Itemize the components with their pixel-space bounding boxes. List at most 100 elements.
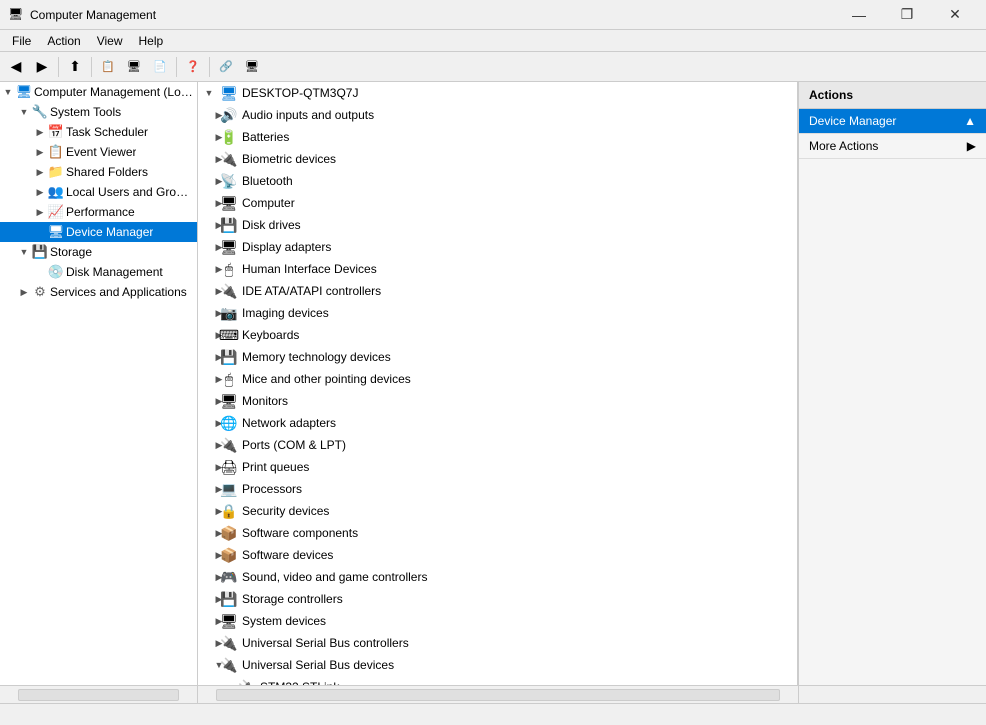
action-more-actions[interactable]: More Actions ▶	[799, 134, 986, 159]
keyboards-label: Keyboards	[242, 328, 299, 342]
event-viewer-expander: ▶	[32, 142, 48, 162]
usb-devices-expander: ▼	[198, 654, 220, 676]
device-root[interactable]: ▼ 🖥 DESKTOP-QTM3Q7J	[198, 82, 797, 104]
storage-expander: ▼	[16, 242, 32, 262]
device-network[interactable]: ▶ 🌐 Network adapters	[198, 412, 797, 434]
menu-help[interactable]: Help	[131, 32, 172, 50]
toolbar-help[interactable]: ❓	[181, 55, 205, 79]
tree-label-local-users: Local Users and Groups	[66, 185, 193, 199]
menu-file[interactable]: File	[4, 32, 39, 50]
device-monitors[interactable]: ▶ 🖥 Monitors	[198, 390, 797, 412]
computer-expander: ▶	[198, 192, 220, 214]
device-security[interactable]: ▶ 🔒 Security devices	[198, 500, 797, 522]
device-usb-devices[interactable]: ▼ 🔌 Universal Serial Bus devices	[198, 654, 797, 676]
restore-button[interactable]: ❐	[884, 0, 930, 30]
network-expander: ▶	[198, 412, 220, 434]
device-print-queues[interactable]: ▶ 🖨 Print queues	[198, 456, 797, 478]
tree-item-performance[interactable]: ▶ 📈 Performance	[0, 202, 197, 222]
window-controls: — ❐ ✕	[836, 0, 978, 30]
menu-view[interactable]: View	[89, 32, 131, 50]
toolbar-forward[interactable]: ▶	[30, 55, 54, 79]
action-more-actions-arrow: ▶	[967, 139, 976, 153]
system-tools-icon: 🔧	[32, 104, 48, 120]
device-system-devices[interactable]: ▶ 🖥 System devices	[198, 610, 797, 632]
tree-item-storage[interactable]: ▼ 💾 Storage	[0, 242, 197, 262]
disk-drives-expander: ▶	[198, 214, 220, 236]
device-batteries[interactable]: ▶ 🔋 Batteries	[198, 126, 797, 148]
bluetooth-icon: 📡	[220, 172, 238, 190]
computer-device-icon: 🖥	[220, 194, 238, 212]
device-disk-drives[interactable]: ▶ 💾 Disk drives	[198, 214, 797, 236]
device-mice[interactable]: ▶ 🖱 Mice and other pointing devices	[198, 368, 797, 390]
tree-label-event-viewer: Event Viewer	[66, 145, 136, 159]
tree-item-shared-folders[interactable]: ▶ 📁 Shared Folders	[0, 162, 197, 182]
tree-item-device-manager[interactable]: 🖥 Device Manager	[0, 222, 197, 242]
toolbar-up[interactable]: ⬆	[63, 55, 87, 79]
tree-item-services-apps[interactable]: ▶ ⚙ Services and Applications	[0, 282, 197, 302]
device-usb-controllers[interactable]: ▶ 🔌 Universal Serial Bus controllers	[198, 632, 797, 654]
status-bar	[0, 703, 986, 725]
hid-expander: ▶	[198, 258, 220, 280]
tree-item-local-users[interactable]: ▶ 👥 Local Users and Groups	[0, 182, 197, 202]
security-icon: 🔒	[220, 502, 238, 520]
device-imaging[interactable]: ▶ 📷 Imaging devices	[198, 302, 797, 324]
center-scrollbar[interactable]	[216, 689, 780, 701]
batteries-label: Batteries	[242, 130, 289, 144]
toolbar-doc[interactable]: 📄	[148, 55, 172, 79]
memory-tech-expander: ▶	[198, 346, 220, 368]
device-software-components[interactable]: ▶ 📦 Software components	[198, 522, 797, 544]
close-button[interactable]: ✕	[932, 0, 978, 30]
device-memory-tech[interactable]: ▶ 💾 Memory technology devices	[198, 346, 797, 368]
software-components-expander: ▶	[198, 522, 220, 544]
device-keyboards[interactable]: ▶ ⌨ Keyboards	[198, 324, 797, 346]
device-audio[interactable]: ▶ 🔊 Audio inputs and outputs	[198, 104, 797, 126]
biometric-icon: 🔌	[220, 150, 238, 168]
processors-label: Processors	[242, 482, 302, 496]
device-manager-expander	[32, 222, 48, 242]
main-area: ▼ 🖥 Computer Management (Local ▼ 🔧 Syste…	[0, 82, 986, 685]
disk-management-expander	[32, 262, 48, 282]
imaging-expander: ▶	[198, 302, 220, 324]
tree-item-task-scheduler[interactable]: ▶ 📅 Task Scheduler	[0, 122, 197, 142]
left-scrollbar[interactable]	[18, 689, 179, 701]
toolbar-link[interactable]: 🔗	[214, 55, 238, 79]
device-software-devices[interactable]: ▶ 📦 Software devices	[198, 544, 797, 566]
performance-expander: ▶	[32, 202, 48, 222]
action-device-manager[interactable]: Device Manager ▲	[799, 109, 986, 134]
monitors-label: Monitors	[242, 394, 288, 408]
toolbar-computer[interactable]: 🖥	[122, 55, 146, 79]
ports-expander: ▶	[198, 434, 220, 456]
menu-action[interactable]: Action	[39, 32, 88, 50]
device-computer[interactable]: ▶ 🖥 Computer	[198, 192, 797, 214]
monitors-expander: ▶	[198, 390, 220, 412]
storage-icon: 💾	[32, 244, 48, 260]
device-biometric[interactable]: ▶ 🔌 Biometric devices	[198, 148, 797, 170]
software-components-label: Software components	[242, 526, 358, 540]
usb-devices-icon: 🔌	[220, 656, 238, 674]
device-processors[interactable]: ▶ 💻 Processors	[198, 478, 797, 500]
display-expander: ▶	[198, 236, 220, 258]
device-stm32[interactable]: 🔌 STM32 STLink	[198, 676, 797, 685]
toolbar-sep-4	[209, 57, 210, 77]
usb-controllers-label: Universal Serial Bus controllers	[242, 636, 409, 650]
toolbar-extra[interactable]: 🖥	[240, 55, 264, 79]
usb-devices-label: Universal Serial Bus devices	[242, 658, 394, 672]
toolbar-back[interactable]: ◀	[4, 55, 28, 79]
tree-root[interactable]: ▼ 🖥 Computer Management (Local	[0, 82, 197, 102]
device-sound-video[interactable]: ▶ 🎮 Sound, video and game controllers	[198, 566, 797, 588]
device-bluetooth[interactable]: ▶ 📡 Bluetooth	[198, 170, 797, 192]
device-hid[interactable]: ▶ 🖱 Human Interface Devices	[198, 258, 797, 280]
left-panel: ▼ 🖥 Computer Management (Local ▼ 🔧 Syste…	[0, 82, 198, 685]
device-display[interactable]: ▶ 🖥 Display adapters	[198, 236, 797, 258]
tree-item-event-viewer[interactable]: ▶ 📋 Event Viewer	[0, 142, 197, 162]
network-label: Network adapters	[242, 416, 336, 430]
tree-item-system-tools[interactable]: ▼ 🔧 System Tools	[0, 102, 197, 122]
device-ports[interactable]: ▶ 🔌 Ports (COM & LPT)	[198, 434, 797, 456]
center-panel: ▼ 🖥 DESKTOP-QTM3Q7J ▶ 🔊 Audio inputs and…	[198, 82, 798, 685]
device-ide[interactable]: ▶ 🔌 IDE ATA/ATAPI controllers	[198, 280, 797, 302]
menu-bar: File Action View Help	[0, 30, 986, 52]
device-storage-controllers[interactable]: ▶ 💾 Storage controllers	[198, 588, 797, 610]
toolbar-show-hide[interactable]: 📋	[96, 55, 120, 79]
tree-item-disk-management[interactable]: 💿 Disk Management	[0, 262, 197, 282]
minimize-button[interactable]: —	[836, 0, 882, 30]
